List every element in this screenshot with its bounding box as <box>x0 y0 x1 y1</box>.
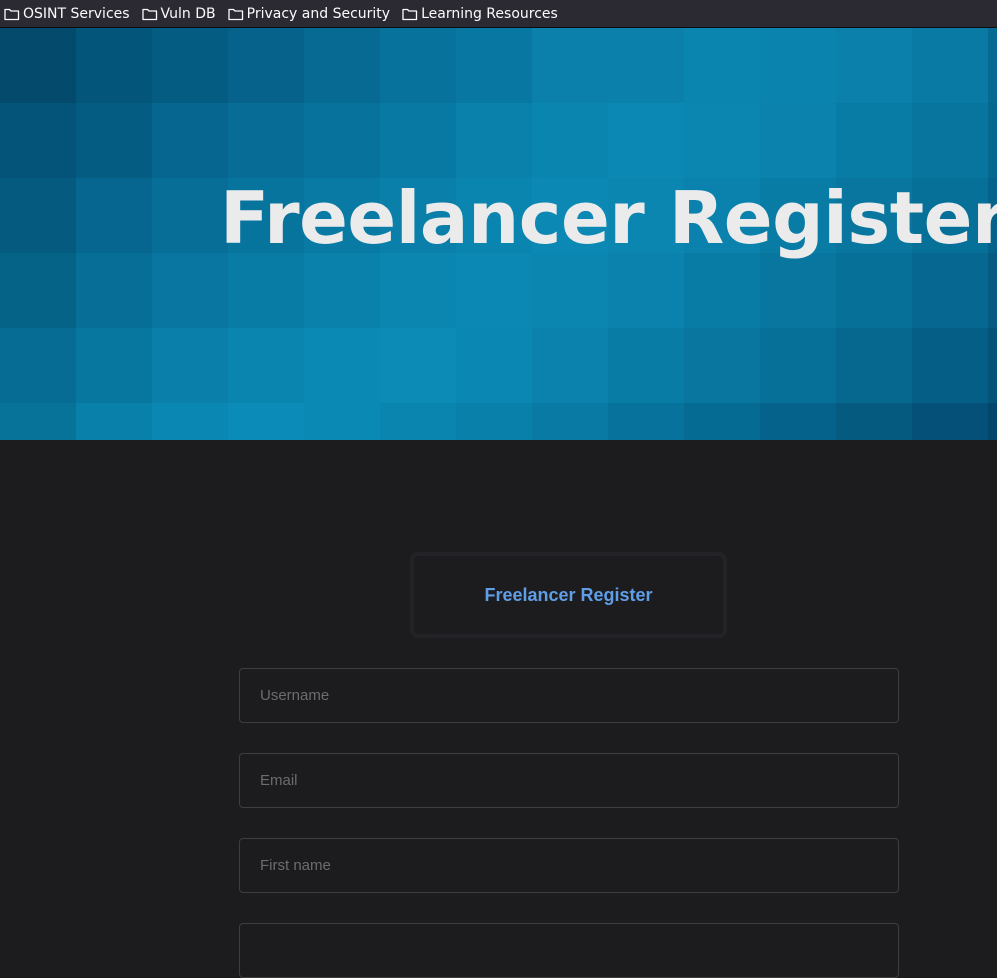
folder-icon <box>141 8 157 20</box>
mosaic-tile <box>380 28 456 103</box>
mosaic-tile <box>988 253 997 328</box>
mosaic-tile <box>684 253 760 328</box>
mosaic-tile <box>532 253 608 328</box>
mosaic-tile <box>684 328 760 403</box>
bookmark-privacy-and-security[interactable]: Privacy and Security <box>228 3 396 25</box>
mosaic-tile <box>304 328 380 403</box>
mosaic-tile <box>684 28 760 103</box>
hero-title: Freelancer Register <box>220 176 997 260</box>
bookmark-vuln-db[interactable]: Vuln DB <box>141 3 222 25</box>
mosaic-tile <box>0 28 76 103</box>
mosaic-tile <box>380 253 456 328</box>
mosaic-tile <box>228 328 304 403</box>
mosaic-tile <box>684 103 760 178</box>
mosaic-tile <box>760 103 836 178</box>
bookmark-osint-services[interactable]: OSINT Services <box>4 3 136 25</box>
mosaic-tile <box>532 28 608 103</box>
mosaic-tile <box>0 103 76 178</box>
mosaic-tile <box>152 103 228 178</box>
mosaic-tile <box>152 28 228 103</box>
folder-icon <box>402 8 418 20</box>
bookmark-label: Vuln DB <box>160 5 216 22</box>
mosaic-tile <box>228 403 304 440</box>
bookmark-label: Privacy and Security <box>246 5 391 22</box>
mosaic-tile <box>152 253 228 328</box>
mosaic-tile <box>304 253 380 328</box>
mosaic-tile <box>152 178 228 253</box>
mosaic-tile <box>760 403 836 440</box>
mosaic-tile <box>228 253 304 328</box>
hero-banner: Freelancer Register <box>0 28 997 440</box>
mosaic-tile <box>380 328 456 403</box>
mosaic-tile <box>912 403 988 440</box>
mosaic-tile <box>76 103 152 178</box>
folder-icon <box>4 8 20 20</box>
mosaic-tile <box>532 328 608 403</box>
mosaic-tile <box>836 253 912 328</box>
mosaic-tile <box>608 403 684 440</box>
mosaic-tile <box>988 328 997 403</box>
bookmark-label: OSINT Services <box>23 5 130 22</box>
mosaic-tile <box>684 403 760 440</box>
mosaic-tile <box>988 28 997 103</box>
mosaic-tile <box>608 28 684 103</box>
mosaic-tile <box>836 403 912 440</box>
mosaic-tile <box>608 103 684 178</box>
mosaic-tile <box>988 103 997 178</box>
mosaic-tile <box>912 328 988 403</box>
mosaic-tile <box>912 253 988 328</box>
bookmarks-toolbar: OSINT Services Vuln DB Privacy and Secur… <box>0 0 997 28</box>
first-name-input[interactable] <box>239 838 899 893</box>
mosaic-tile <box>0 403 76 440</box>
mosaic-tile <box>760 328 836 403</box>
mosaic-tile <box>456 403 532 440</box>
mosaic-tile <box>760 253 836 328</box>
mosaic-tile <box>304 403 380 440</box>
last-name-input[interactable] <box>239 923 899 978</box>
mosaic-tile <box>0 178 76 253</box>
mosaic-tile <box>76 328 152 403</box>
mosaic-tile <box>228 28 304 103</box>
mosaic-tile <box>0 253 76 328</box>
mosaic-tile <box>456 253 532 328</box>
mosaic-tile <box>836 28 912 103</box>
mosaic-tile <box>228 103 304 178</box>
email-input[interactable] <box>239 753 899 808</box>
mosaic-tile <box>608 328 684 403</box>
mosaic-tile <box>608 253 684 328</box>
mosaic-tile <box>380 403 456 440</box>
mosaic-tile <box>456 28 532 103</box>
mosaic-tile <box>912 103 988 178</box>
mosaic-tile <box>456 328 532 403</box>
mosaic-tile <box>304 103 380 178</box>
mosaic-tile <box>836 328 912 403</box>
mosaic-tile <box>760 28 836 103</box>
bookmark-learning-resources[interactable]: Learning Resources <box>402 3 564 25</box>
mosaic-tile <box>380 103 456 178</box>
form-heading-box: Freelancer Register <box>410 552 727 638</box>
mosaic-tile <box>304 28 380 103</box>
mosaic-tile <box>152 403 228 440</box>
folder-icon <box>228 8 243 20</box>
mosaic-tile <box>912 28 988 103</box>
mosaic-tile <box>76 253 152 328</box>
mosaic-tile <box>456 103 532 178</box>
mosaic-tile <box>76 178 152 253</box>
mosaic-tile <box>76 28 152 103</box>
mosaic-tile <box>532 103 608 178</box>
mosaic-tile <box>836 103 912 178</box>
mosaic-tile <box>988 403 997 440</box>
form-heading: Freelancer Register <box>484 584 653 605</box>
mosaic-tile <box>532 403 608 440</box>
mosaic-tile <box>0 328 76 403</box>
main-content: Freelancer Register <box>0 440 997 978</box>
mosaic-tile <box>76 403 152 440</box>
mosaic-tile <box>152 328 228 403</box>
username-input[interactable] <box>239 668 899 723</box>
bookmark-label: Learning Resources <box>421 5 558 22</box>
